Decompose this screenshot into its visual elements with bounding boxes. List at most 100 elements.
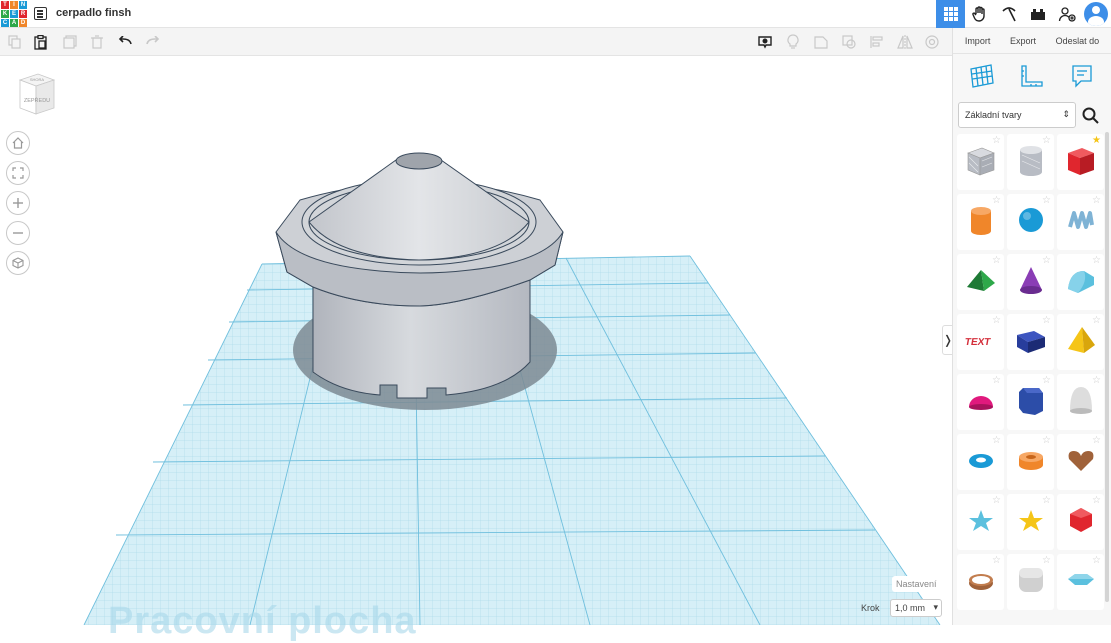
panel-scrollbar[interactable] <box>1105 132 1109 602</box>
favorite-star-icon[interactable]: ★ <box>1092 135 1101 146</box>
profile-icon[interactable] <box>1084 2 1108 26</box>
favorite-star-icon[interactable]: ☆ <box>992 255 1001 266</box>
zoom-in-icon[interactable] <box>6 191 30 215</box>
pump-cover-model[interactable] <box>275 152 564 399</box>
grid-view-icon[interactable] <box>936 0 965 28</box>
favorite-star-icon[interactable]: ☆ <box>1042 135 1051 146</box>
half-sphere-icon <box>964 383 998 422</box>
shape-heart[interactable]: ☆ <box>1057 434 1104 490</box>
shape-sphere[interactable]: ☆ <box>1007 194 1054 250</box>
settings-button[interactable]: Nastavení <box>892 576 941 592</box>
favorite-star-icon[interactable]: ☆ <box>1092 555 1101 566</box>
favorite-star-icon[interactable]: ☆ <box>1042 555 1051 566</box>
favorite-star-icon[interactable]: ☆ <box>1092 195 1101 206</box>
delete-icon[interactable] <box>88 33 106 51</box>
add-user-icon[interactable] <box>1052 0 1081 28</box>
favorite-star-icon[interactable]: ☆ <box>1092 495 1101 506</box>
hand-icon[interactable] <box>965 0 994 28</box>
shape-icosahedron[interactable]: ☆ <box>1057 494 1104 550</box>
document-title[interactable]: cerpadlo finsh <box>56 7 131 19</box>
shape-star-yellow[interactable]: ☆ <box>1007 494 1054 550</box>
star-yellow-icon <box>1014 503 1048 542</box>
shape-polygon[interactable]: ☆ <box>1007 374 1054 430</box>
show-all-icon[interactable] <box>756 33 774 51</box>
workplane-icon[interactable] <box>967 61 997 91</box>
bricks-icon[interactable] <box>1023 0 1052 28</box>
favorite-star-icon[interactable]: ☆ <box>992 555 1001 566</box>
cone-icon <box>1014 263 1048 302</box>
shape-round-cube[interactable]: ☆ <box>1007 554 1054 610</box>
favorite-star-icon[interactable]: ☆ <box>1042 495 1051 506</box>
ruler-icon[interactable] <box>1017 61 1047 91</box>
fit-view-icon[interactable] <box>6 161 30 185</box>
export-button[interactable]: Export <box>1007 32 1039 50</box>
copy-icon[interactable] <box>6 33 24 51</box>
shape-cone[interactable]: ☆ <box>1007 254 1054 310</box>
favorite-star-icon[interactable]: ☆ <box>1092 255 1101 266</box>
ungroup-icon[interactable] <box>840 33 858 51</box>
paste-icon[interactable] <box>32 33 50 51</box>
shape-paraboloid[interactable]: ☆ <box>1057 374 1104 430</box>
shape-cylinder[interactable]: ☆ <box>957 194 1004 250</box>
favorite-star-icon[interactable]: ☆ <box>992 315 1001 326</box>
align-icon[interactable] <box>868 33 886 51</box>
cylinder-hole-icon <box>1014 143 1048 182</box>
favorite-star-icon[interactable]: ☆ <box>992 495 1001 506</box>
step-select[interactable]: 1,0 mm <box>890 599 942 617</box>
favorite-star-icon[interactable]: ☆ <box>1042 435 1051 446</box>
duplicate-icon[interactable] <box>61 33 79 51</box>
shape-half-sphere[interactable]: ☆ <box>957 374 1004 430</box>
shape-cylinder-hole[interactable]: ☆ <box>1007 134 1054 190</box>
favorite-star-icon[interactable]: ☆ <box>1042 195 1051 206</box>
shape-torus[interactable]: ☆ <box>957 434 1004 490</box>
lightbulb-icon[interactable] <box>784 33 802 51</box>
send-to-button[interactable]: Odeslat do <box>1053 32 1103 50</box>
shape-gem[interactable]: ☆ <box>1057 554 1104 610</box>
favorite-star-icon[interactable]: ☆ <box>992 375 1001 386</box>
shape-tube[interactable]: ☆ <box>1007 434 1054 490</box>
notes-icon[interactable] <box>1067 61 1097 91</box>
icosahedron-icon <box>1064 503 1098 542</box>
shape-round-roof[interactable]: ☆ <box>1057 254 1104 310</box>
mirror-icon[interactable] <box>896 33 914 51</box>
workplane-viewport[interactable] <box>0 56 952 625</box>
shape-box[interactable]: ★ <box>1057 134 1104 190</box>
favorite-star-icon[interactable]: ☆ <box>1092 315 1101 326</box>
favorite-star-icon[interactable]: ☆ <box>1092 375 1101 386</box>
wedge-icon <box>1014 323 1048 362</box>
cruise-icon[interactable] <box>923 33 941 51</box>
favorite-star-icon[interactable]: ☆ <box>992 195 1001 206</box>
shape-scribble[interactable]: ☆ <box>1057 194 1104 250</box>
shape-box-hole[interactable]: ☆ <box>957 134 1004 190</box>
favorite-star-icon[interactable]: ☆ <box>992 435 1001 446</box>
tinkercad-logo[interactable]: T I N K E R C A D <box>1 1 27 27</box>
view-cube[interactable]: SHORA ZEPŘEDU <box>18 72 56 116</box>
zoom-out-icon[interactable] <box>6 221 30 245</box>
import-button[interactable]: Import <box>962 32 994 50</box>
group-icon[interactable] <box>812 33 830 51</box>
shape-text[interactable]: TEXT ☆ <box>957 314 1004 370</box>
top-bar: T I N K E R C A D cerpadlo finsh <box>0 0 1111 28</box>
logo-letter: T <box>1 1 9 9</box>
step-label: Krok <box>861 603 880 613</box>
shape-ring[interactable]: ☆ <box>957 554 1004 610</box>
box-icon <box>1064 143 1098 182</box>
home-view-icon[interactable] <box>6 131 30 155</box>
shape-pyramid[interactable]: ☆ <box>1057 314 1104 370</box>
favorite-star-icon[interactable]: ☆ <box>1042 315 1051 326</box>
favorite-star-icon[interactable]: ☆ <box>1042 375 1051 386</box>
favorite-star-icon[interactable]: ☆ <box>1092 435 1101 446</box>
shape-wedge[interactable]: ☆ <box>1007 314 1054 370</box>
shape-category-select[interactable]: Základní tvary <box>958 102 1076 128</box>
logo-letter: D <box>19 19 27 27</box>
redo-icon[interactable] <box>144 33 162 51</box>
shape-roof[interactable]: ☆ <box>957 254 1004 310</box>
shape-star[interactable]: ☆ <box>957 494 1004 550</box>
undo-icon[interactable] <box>116 33 134 51</box>
favorite-star-icon[interactable]: ☆ <box>992 135 1001 146</box>
pickaxe-icon[interactable] <box>994 0 1023 28</box>
search-icon[interactable] <box>1081 106 1101 126</box>
favorite-star-icon[interactable]: ☆ <box>1042 255 1051 266</box>
perspective-icon[interactable] <box>6 251 30 275</box>
design-list-icon[interactable] <box>34 7 47 20</box>
